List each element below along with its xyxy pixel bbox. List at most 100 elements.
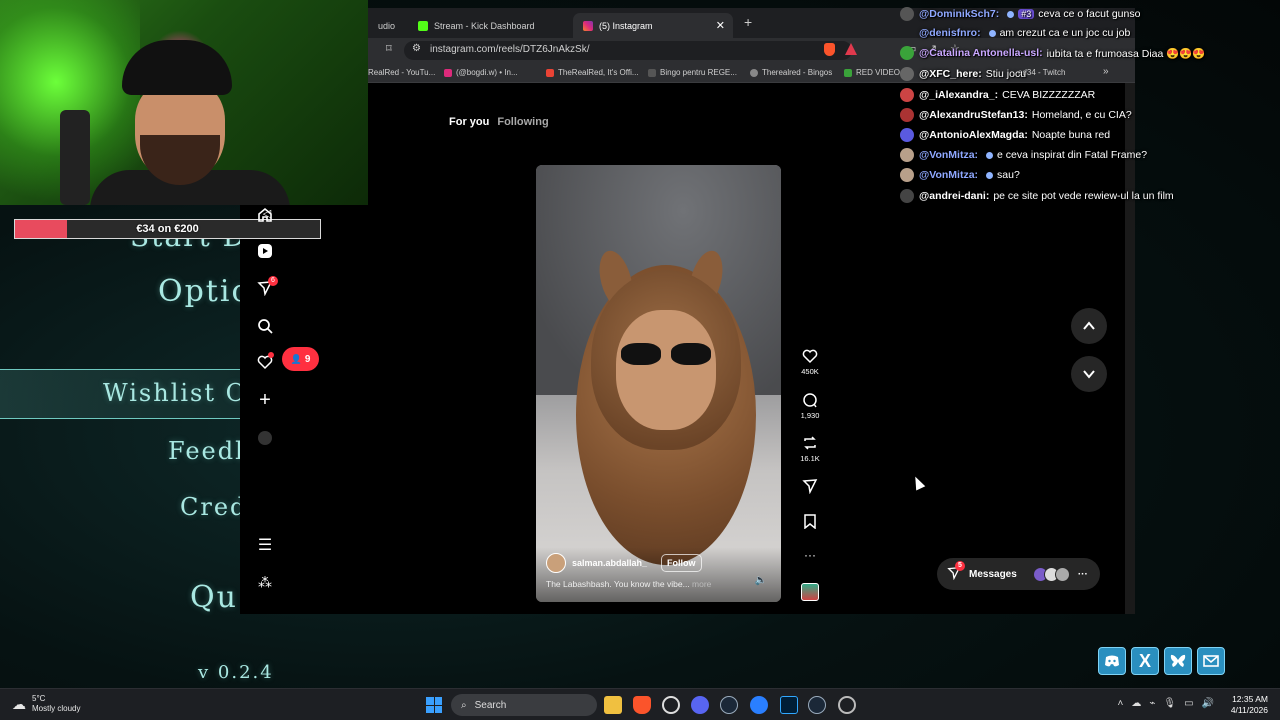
taskbar-search[interactable]: ⌕ Search [451,694,597,716]
messages-icon[interactable]: 6 [255,276,278,298]
weather-widget[interactable]: ☁ 5°C Mostly cloudy [12,694,80,714]
chat-message: @XFC_here: Stiu jocu [900,65,1026,83]
brave-browser-icon[interactable] [633,696,651,714]
tab-label: (5) Instagram [599,20,653,31]
cloud-icon: ☁ [12,696,26,712]
instagram-icon [583,20,593,31]
microphone [60,110,90,205]
steam-icon[interactable] [720,696,738,714]
save-button[interactable] [797,513,823,532]
x-twitter-icon: X [1131,647,1159,675]
bookmark-item[interactable]: (@bogdi.w) • In... [444,68,518,77]
file-explorer-icon[interactable] [604,696,622,714]
menu-icon[interactable]: ☰ [255,535,275,555]
bookmark-item[interactable]: TheRealRed, It's Offi... [546,68,639,77]
volume-icon[interactable]: 🔊 [1202,698,1214,709]
stream-layout: Start D Optic Wishlist O Feedb Cred Qu v… [0,0,1280,720]
repost-button[interactable]: 16.1K [797,435,823,463]
app-icon[interactable] [750,696,768,714]
more-bookmarks-icon[interactable]: » [1103,66,1109,77]
profile-avatar[interactable] [255,428,275,448]
apps-icon[interactable]: ⁂ [255,572,275,592]
reels-icon[interactable] [255,241,275,261]
network-icon[interactable]: ▭ [1184,698,1193,709]
mail-icon [1197,647,1225,675]
chat-message: @DominikSch7: #3 ceva ce o facut gunso [900,5,1140,23]
usb-icon[interactable]: ⌁ [1149,698,1155,709]
site-info-icon[interactable]: ⚙ [412,43,421,54]
brave-shields-icon[interactable] [824,43,835,56]
bookmark-label: RED VIDEO [856,68,901,77]
plus-box-icon [844,68,852,77]
onedrive-icon[interactable]: ☁ [1131,698,1141,709]
like-count: 450K [801,367,819,376]
new-tab-icon[interactable]: + [744,14,752,30]
message-avatars [1032,566,1070,582]
more-icon[interactable]: ··· [1078,569,1088,580]
bookmark-item[interactable]: RealRed - YouTu... [368,68,435,77]
clock-date: 4/11/2026 [1230,705,1268,715]
tab-instagram[interactable]: (5) Instagram ✕ [573,13,733,38]
rewards-icon[interactable] [845,43,857,55]
menu-options[interactable]: Optic [158,274,250,309]
search-icon[interactable] [255,316,275,336]
repost-icon [804,436,816,450]
author-avatar[interactable] [546,553,566,573]
bookmark-item[interactable]: RED VIDEO [844,68,900,77]
bookmark-icon[interactable]: ⌑ [386,42,392,55]
previous-reel-button[interactable] [1071,308,1107,344]
photoshop-icon[interactable] [780,696,798,714]
chevron-down-icon [1083,370,1095,379]
tab-for-you[interactable]: For you [449,116,489,128]
chat-message: @Catalina Antonella-usl: iubita ta e fru… [900,44,1206,62]
bookmark-label: Bingo pentru REGE... [660,68,737,77]
chat-message: @AlexandruStefan13: Homeland, e cu CIA? [900,106,1132,124]
messages-count-badge: 5 [955,560,965,571]
tab-following[interactable]: Following [497,116,548,128]
steam-running-icon[interactable] [808,696,826,714]
system-clock[interactable]: 12:35 AM 4/11/2026 [1231,694,1268,716]
close-icon[interactable]: ✕ [716,19,725,32]
mute-icon[interactable]: 🔈 [755,575,767,586]
comment-button[interactable]: 1,930 [797,392,823,420]
messages-button[interactable]: 5 Messages ··· [937,558,1100,590]
start-windows-icon[interactable] [426,697,442,713]
follow-button[interactable]: Follow [661,554,702,572]
search-icon: ⌕ [461,699,467,711]
author-username[interactable]: salman.abdallah_ [572,558,647,568]
caption-more-link[interactable]: more [692,579,711,589]
more-options-button[interactable]: ··· [797,548,823,562]
repost-count: 16.1K [800,454,820,463]
home-icon[interactable] [255,205,275,225]
notifications-heart-icon[interactable] [255,352,275,372]
sunglasses [621,343,713,368]
clock-time: 12:35 AM [1232,694,1268,704]
discord-app-icon[interactable] [691,696,709,714]
reel-author[interactable]: salman.abdallah_ Follow [546,553,702,573]
settings-icon[interactable] [838,696,856,714]
url-field[interactable]: ⚙ instagram.com/reels/DTZ6JnAkzSk/ [404,41,852,60]
chrome-icon[interactable] [662,696,680,714]
chat-message: @_iAlexandra_: CEVA BIZZZZZZAR [900,86,1095,104]
send-icon [802,479,818,494]
tab-kick-dashboard[interactable]: Stream - Kick Dashboard [408,13,573,38]
next-reel-button[interactable] [1071,356,1107,392]
menu-quit[interactable]: Qu [190,580,238,615]
notification-dot [268,352,274,358]
bookmark-item[interactable]: Bingo pentru REGE... [648,68,737,77]
create-plus-icon[interactable]: + [255,389,275,411]
share-button[interactable] [797,478,823,497]
search-placeholder: Search [474,699,507,711]
menu-wishlist[interactable]: Wishlist O [103,379,247,407]
like-button[interactable]: 450K [797,348,823,376]
messages-send-icon: 5 [947,560,965,583]
chevron-up-icon[interactable]: ˄ [1118,698,1124,709]
notifications-pill[interactable]: 👤 9 [282,347,319,371]
reel-video[interactable]: salman.abdallah_ Follow The Labashbash. … [536,165,781,602]
mic-icon[interactable]: 🎙 [1163,698,1176,709]
discord-icon [1098,647,1126,675]
tab-audio[interactable]: udio [368,13,405,38]
menu-credits[interactable]: Cred [180,493,247,521]
audio-thumbnail[interactable] [797,583,823,601]
bookmark-item[interactable]: Therealred - Bingos [750,68,832,77]
